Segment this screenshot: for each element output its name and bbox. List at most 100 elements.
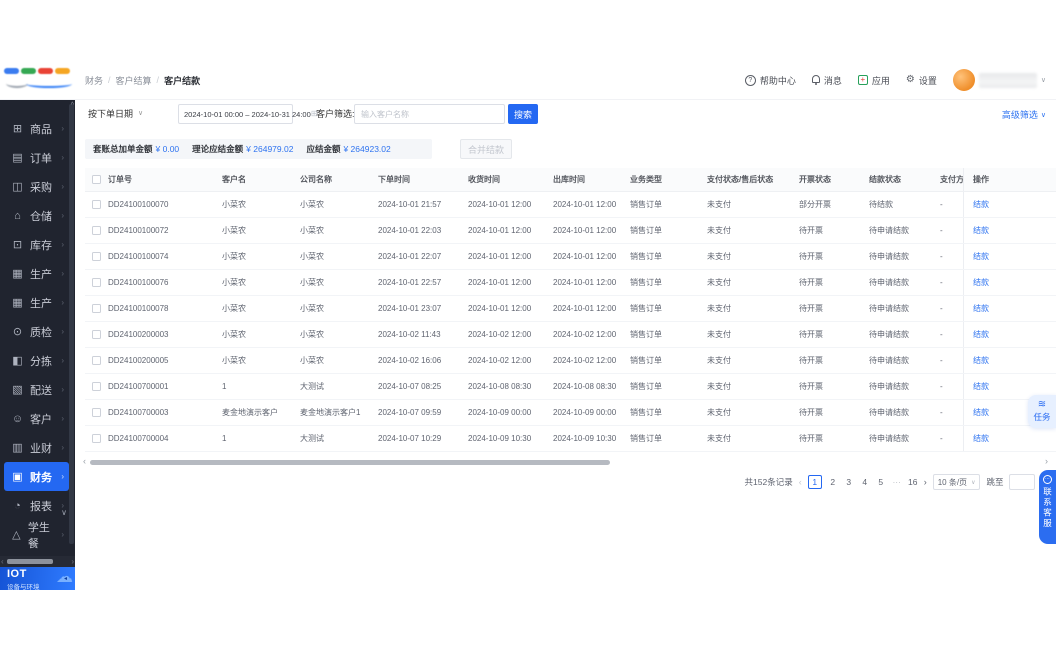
cell-order-time: 2024-10-01 22:03 <box>378 226 442 235</box>
sidebar-vertical-scrollbar[interactable] <box>69 104 74 544</box>
cell-invoice-status: 待开票 <box>799 408 823 417</box>
row-checkbox-cell <box>85 348 108 373</box>
sidebar-horizontal-scrollbar[interactable] <box>0 556 75 567</box>
row-checkbox[interactable] <box>92 278 101 287</box>
cell-settle-status: 待申请结款 <box>869 304 909 313</box>
logo-bar-red <box>38 68 53 74</box>
sidebar-item-icon: ▣ <box>12 471 23 483</box>
jump-to-page-input[interactable] <box>1009 474 1036 490</box>
sidebar-item[interactable]: ◧ 分拣 <box>4 346 69 375</box>
sidebar-item[interactable]: ⊙ 质检 <box>4 317 69 346</box>
settle-link[interactable]: 结款 <box>973 433 989 444</box>
sidebar-item[interactable]: ◫ 采购 <box>4 172 69 201</box>
table-scroll-left-icon[interactable] <box>83 456 86 466</box>
scrollbar-thumb[interactable] <box>7 559 53 564</box>
sidebar-item-label: 生产 <box>30 268 52 281</box>
sidebar-item[interactable]: △ 学生餐 <box>4 520 69 550</box>
sidebar-item-icon: ▦ <box>12 268 23 280</box>
table-horizontal-scrollbar[interactable] <box>90 460 610 465</box>
cell-receive-time: 2024-10-02 12:00 <box>468 356 532 365</box>
page-number[interactable]: 16 <box>908 477 918 487</box>
settings-button[interactable]: 设置 <box>906 74 937 87</box>
sidebar-item[interactable]: ⌂ 仓储 <box>4 201 69 230</box>
cell-order-no: DD24100100070 <box>108 200 169 209</box>
settle-link[interactable]: 结款 <box>973 355 989 366</box>
scroll-up-icon[interactable] <box>71 102 74 109</box>
help-center-button[interactable]: 帮助中心 <box>744 74 796 87</box>
messages-button[interactable]: 消息 <box>811 74 842 87</box>
sidebar-item[interactable]: ⊞ 商品 <box>4 114 69 143</box>
row-checkbox[interactable] <box>92 330 101 339</box>
cell-receive-time: 2024-10-01 12:00 <box>468 200 532 209</box>
iot-logo-block[interactable]: IOT 设备与环境 <box>0 567 75 590</box>
page-number[interactable]: 5 <box>876 477 886 487</box>
avatar[interactable] <box>952 69 975 91</box>
sidebar-item[interactable]: ▦ 生产 <box>4 259 69 288</box>
settle-link[interactable]: 结款 <box>973 381 989 392</box>
scroll-more-icon[interactable] <box>61 508 67 517</box>
sidebar-item[interactable]: ◔ 报表 <box>4 491 69 520</box>
row-checkbox[interactable] <box>92 200 101 209</box>
breadcrumb-customer-settlement[interactable]: 客户结算 <box>116 74 152 87</box>
settle-link[interactable]: 结款 <box>973 199 989 210</box>
topbar-actions: 帮助中心 消息 应用 设置 <box>744 60 1046 100</box>
col-order-no: 订单号 <box>108 175 132 184</box>
cell-outbound-time: 2024-10-01 12:00 <box>553 200 617 209</box>
chevron-down-icon[interactable] <box>138 109 143 117</box>
search-button[interactable]: 搜索 <box>508 104 538 124</box>
page-number[interactable]: 3 <box>844 477 854 487</box>
page-list: 1 2 3 4 5 ··· 16 <box>807 475 918 489</box>
cell-action: 结款 <box>963 244 1056 269</box>
apps-label: 应用 <box>871 75 890 86</box>
sidebar-item[interactable]: ▤ 订单 <box>4 143 69 172</box>
page-number[interactable]: ··· <box>892 477 902 487</box>
settle-link[interactable]: 结款 <box>973 407 989 418</box>
row-checkbox[interactable] <box>92 226 101 235</box>
prev-page-icon[interactable] <box>799 477 802 487</box>
page-number[interactable]: 4 <box>860 477 870 487</box>
row-checkbox[interactable] <box>92 434 101 443</box>
row-checkbox[interactable] <box>92 356 101 365</box>
cell-invoice-status: 待开票 <box>799 330 823 339</box>
sidebar-item-label: 学生餐 <box>27 521 50 550</box>
row-checkbox[interactable] <box>92 252 101 261</box>
page-size-select[interactable]: 10 条/页 <box>932 474 981 490</box>
customer-service-ribbon[interactable]: 联系客服 <box>1039 470 1056 544</box>
sidebar-item[interactable]: ▧ 配送 <box>4 375 69 404</box>
merge-settle-button[interactable]: 合并结款 <box>460 139 512 159</box>
advanced-filter-toggle[interactable]: 高级筛选 <box>1002 108 1046 121</box>
page-number[interactable]: 1 <box>807 475 822 489</box>
cell-settle-status: 待申请结款 <box>869 356 909 365</box>
settle-link[interactable]: 结款 <box>973 225 989 236</box>
sidebar-item[interactable]: ☺ 客户 <box>4 404 69 433</box>
cell-company: 大测试 <box>300 434 324 443</box>
sidebar-item[interactable]: ⊡ 库存 <box>4 230 69 259</box>
select-all-checkbox[interactable] <box>92 175 101 184</box>
task-floating-button[interactable]: 任务 <box>1028 395 1056 428</box>
row-checkbox[interactable] <box>92 408 101 417</box>
row-checkbox[interactable] <box>92 304 101 313</box>
apps-button[interactable]: 应用 <box>857 74 890 87</box>
table-scroll-right-icon[interactable] <box>1045 456 1048 466</box>
sidebar-item[interactable]: ▣ 财务 <box>4 462 69 491</box>
settle-link[interactable]: 结款 <box>973 277 989 288</box>
cell-order-time: 2024-10-07 08:25 <box>378 382 442 391</box>
next-page-icon[interactable] <box>924 477 927 487</box>
row-checkbox[interactable] <box>92 382 101 391</box>
scroll-right-icon[interactable] <box>71 556 74 567</box>
date-filter-type-label[interactable]: 按下单日期 <box>88 108 133 120</box>
user-menu[interactable] <box>952 69 1046 91</box>
sidebar-item[interactable]: ▥ 业财 <box>4 433 69 462</box>
customer-name-input[interactable] <box>354 104 505 124</box>
cell-order-time: 2024-10-01 22:57 <box>378 278 442 287</box>
cell-order-no: DD24100700004 <box>108 434 169 443</box>
col-invoice-status: 开票状态 <box>799 175 831 184</box>
settle-link[interactable]: 结款 <box>973 251 989 262</box>
breadcrumb-finance[interactable]: 财务 <box>85 74 103 87</box>
scroll-left-icon[interactable] <box>1 556 4 567</box>
sidebar-item[interactable]: ▦ 生产 <box>4 288 69 317</box>
page-number[interactable]: 2 <box>828 477 838 487</box>
date-range-input[interactable]: 2024-10-01 00:00 – 2024-10-31 24:00 <box>178 104 311 124</box>
settle-link[interactable]: 结款 <box>973 303 989 314</box>
settle-link[interactable]: 结款 <box>973 329 989 340</box>
